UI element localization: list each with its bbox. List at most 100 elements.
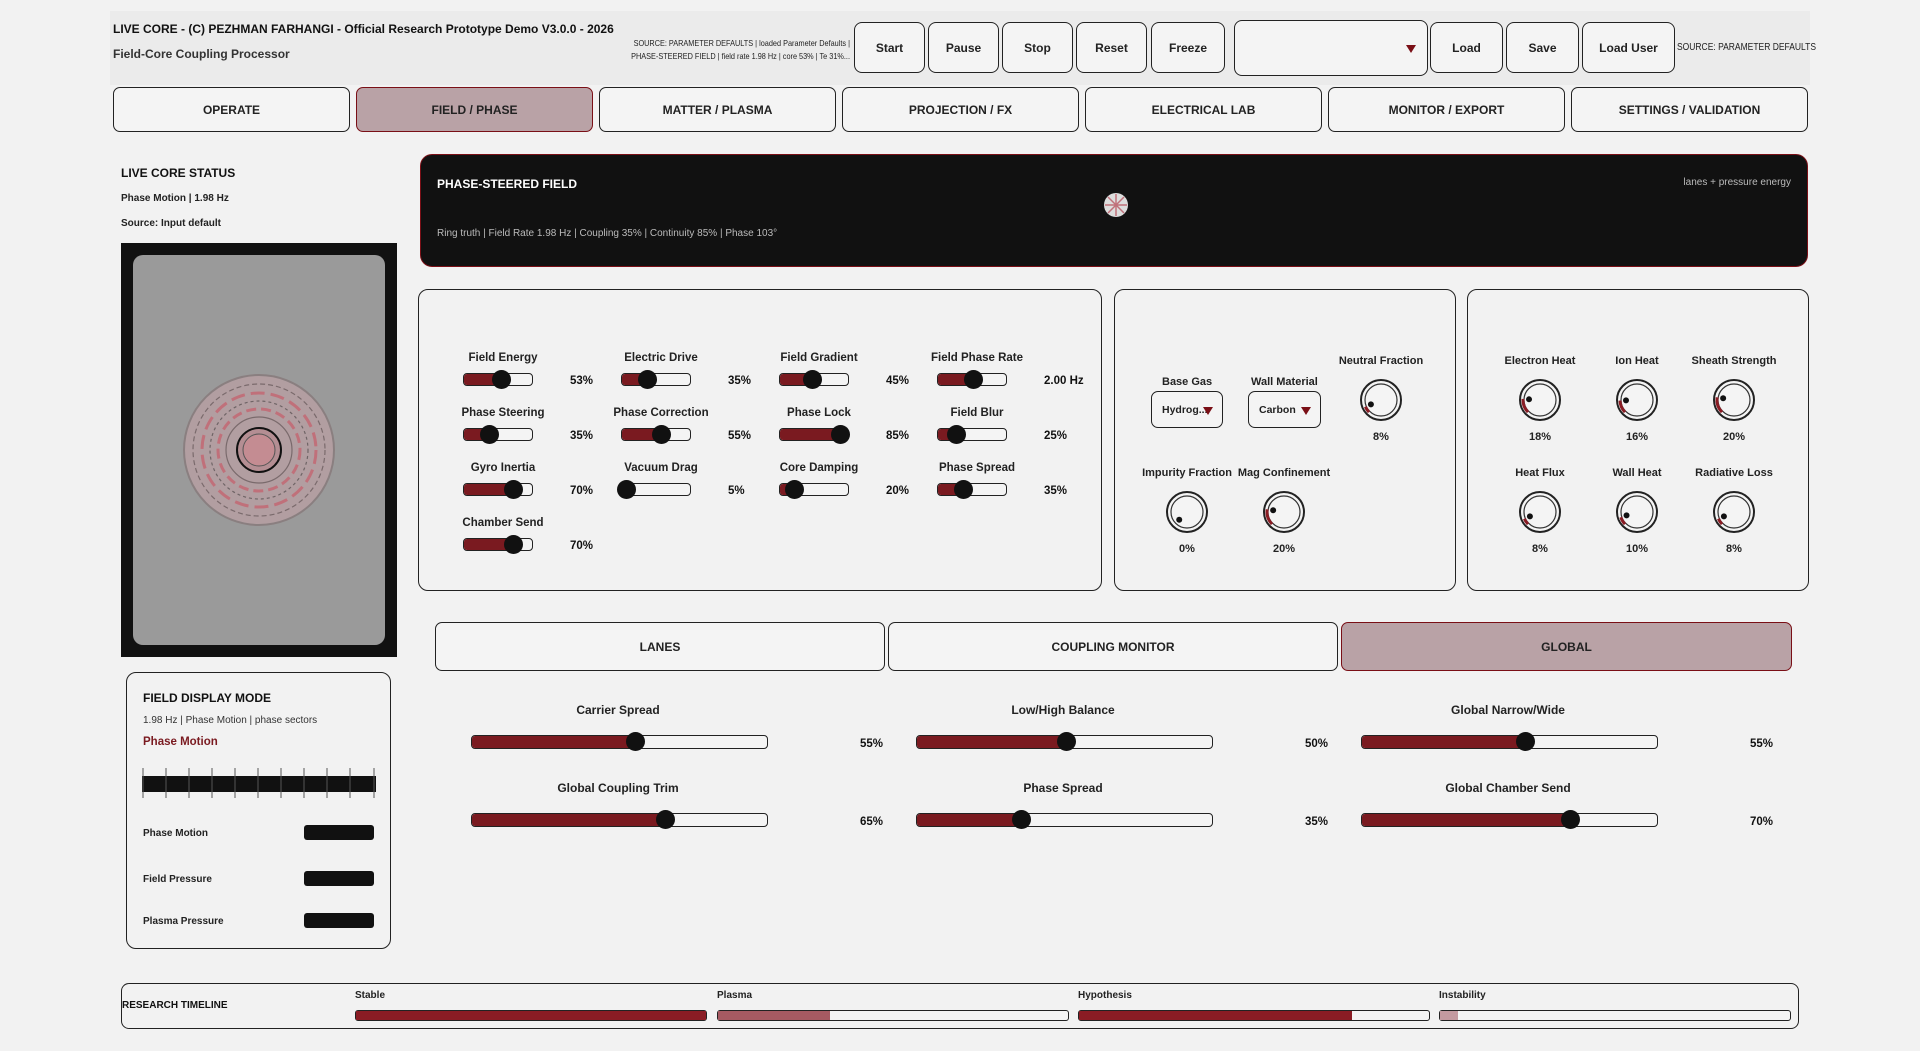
subtab-global[interactable]: GLOBAL	[1341, 622, 1792, 671]
base-gas-value: Hydrog...	[1162, 403, 1208, 416]
stop-button[interactable]: Stop	[1002, 22, 1073, 73]
knob-dial[interactable]	[1614, 489, 1660, 535]
slider-track[interactable]	[463, 480, 533, 499]
tab-matter-plasma[interactable]: MATTER / PLASMA	[599, 87, 836, 132]
slider-knob[interactable]	[656, 810, 675, 829]
slider-value: 55%	[728, 430, 752, 442]
slider-knob[interactable]	[954, 480, 973, 499]
tab-operate[interactable]: OPERATE	[113, 87, 350, 132]
knob-dial[interactable]	[1164, 489, 1210, 535]
subtab-lanes[interactable]: LANES	[435, 622, 885, 671]
phase-field-banner: PHASE-STEERED FIELD lanes + pressure ene…	[420, 154, 1808, 267]
slider-label: Field Phase Rate	[930, 352, 1024, 364]
slider-track[interactable]	[621, 370, 691, 389]
slider-track[interactable]	[621, 425, 691, 444]
visualizer-screen	[133, 255, 385, 645]
knob-label: Wall Heat	[1612, 467, 1662, 479]
slider-knob[interactable]	[803, 370, 822, 389]
subtab-coupling-monitor[interactable]: COUPLING MONITOR	[888, 622, 1338, 671]
banner-info: Ring truth | Field Rate 1.98 Hz | Coupli…	[437, 228, 778, 239]
slider-track[interactable]	[463, 370, 533, 389]
status-line-1: Phase Motion | 1.98 Hz	[121, 193, 229, 204]
knob-label: Mag Confinement	[1237, 467, 1331, 479]
global-slider-value: 35%	[1305, 816, 1329, 828]
slider-knob[interactable]	[964, 370, 983, 389]
slider-fill	[1362, 814, 1570, 826]
pause-button[interactable]: Pause	[928, 22, 999, 73]
knob-dial[interactable]	[1358, 377, 1404, 423]
slider-track[interactable]	[463, 535, 533, 554]
mode-row-bar[interactable]	[304, 871, 374, 886]
slider-knob[interactable]	[947, 425, 966, 444]
tab-settings-validation[interactable]: SETTINGS / VALIDATION	[1571, 87, 1808, 132]
load-user-button[interactable]: Load User	[1582, 22, 1675, 73]
preset-select[interactable]	[1234, 20, 1428, 76]
knob-label: Ion Heat	[1615, 355, 1659, 367]
mode-row-bar[interactable]	[304, 913, 374, 928]
mode-row-label: Phase Motion	[143, 828, 209, 839]
slider-knob[interactable]	[617, 480, 636, 499]
slider-track[interactable]	[937, 425, 1007, 444]
global-slider-track[interactable]	[916, 810, 1213, 829]
slider-value: 35%	[728, 375, 752, 387]
slider-knob[interactable]	[1012, 810, 1031, 829]
tab-electrical-lab[interactable]: ELECTRICAL LAB	[1085, 87, 1322, 132]
base-gas-select[interactable]: Hydrog...	[1151, 391, 1223, 428]
global-slider-value: 70%	[1750, 816, 1774, 828]
slider-knob[interactable]	[831, 425, 850, 444]
display-mode-title: FIELD DISPLAY MODE	[143, 691, 272, 705]
slider-track[interactable]	[617, 480, 691, 499]
slider-track[interactable]	[779, 480, 849, 499]
slider-fill	[472, 814, 665, 826]
tab-monitor-export[interactable]: MONITOR / EXPORT	[1328, 87, 1565, 132]
slider-track[interactable]	[937, 480, 1007, 499]
global-slider-track[interactable]	[916, 732, 1213, 751]
slider-knob[interactable]	[1057, 732, 1076, 751]
wall-material-select[interactable]: Carbon	[1248, 391, 1321, 428]
source-right: SOURCE: PARAMETER DEFAULTS	[1677, 42, 1817, 53]
tab-projection-fx[interactable]: PROJECTION / FX	[842, 87, 1079, 132]
slider-label: Phase Spread	[938, 462, 1016, 474]
knob-dial[interactable]	[1711, 489, 1757, 535]
slider-knob[interactable]	[638, 370, 657, 389]
slider-knob[interactable]	[504, 480, 523, 499]
save-button[interactable]: Save	[1506, 22, 1579, 73]
global-slider-track[interactable]	[1361, 810, 1658, 829]
timeline-fill	[1440, 1011, 1458, 1020]
display-mode-selector[interactable]	[142, 768, 376, 798]
slider-track[interactable]	[779, 425, 850, 444]
reset-button[interactable]: Reset	[1076, 22, 1147, 73]
slider-knob[interactable]	[504, 535, 523, 554]
slider-knob[interactable]	[652, 425, 671, 444]
slider-label: Phase Correction	[613, 407, 709, 419]
slider-track[interactable]	[779, 370, 849, 389]
slider-value: 20%	[886, 485, 910, 497]
slider-track[interactable]	[937, 370, 1007, 389]
slider-knob[interactable]	[1516, 732, 1535, 751]
knob-dial[interactable]	[1517, 489, 1563, 535]
slider-knob[interactable]	[626, 732, 645, 751]
load-button[interactable]: Load	[1430, 22, 1503, 73]
knob-value: 10%	[1625, 543, 1649, 555]
slider-knob[interactable]	[492, 370, 511, 389]
slider-knob[interactable]	[785, 480, 804, 499]
freeze-button[interactable]: Freeze	[1151, 22, 1225, 73]
knob-dial[interactable]	[1517, 377, 1563, 423]
mode-row-bar[interactable]	[304, 825, 374, 840]
knob-dial[interactable]	[1261, 489, 1307, 535]
knob-dial[interactable]	[1711, 377, 1757, 423]
slider-value: 35%	[570, 430, 594, 442]
slider-track[interactable]	[463, 425, 533, 444]
global-slider-track[interactable]	[471, 732, 768, 751]
slider-knob[interactable]	[1561, 810, 1580, 829]
global-slider-track[interactable]	[1361, 732, 1658, 751]
knob-dial[interactable]	[1614, 377, 1660, 423]
banner-right: lanes + pressure energy	[1683, 177, 1791, 188]
field-rings-graphic	[183, 374, 335, 526]
start-button[interactable]: Start	[854, 22, 925, 73]
tab-field-phase[interactable]: FIELD / PHASE	[356, 87, 593, 132]
knob-label: Electron Heat	[1504, 355, 1576, 367]
slider-knob[interactable]	[480, 425, 499, 444]
global-slider-label: Global Narrow/Wide	[1451, 703, 1565, 717]
global-slider-track[interactable]	[471, 810, 768, 829]
